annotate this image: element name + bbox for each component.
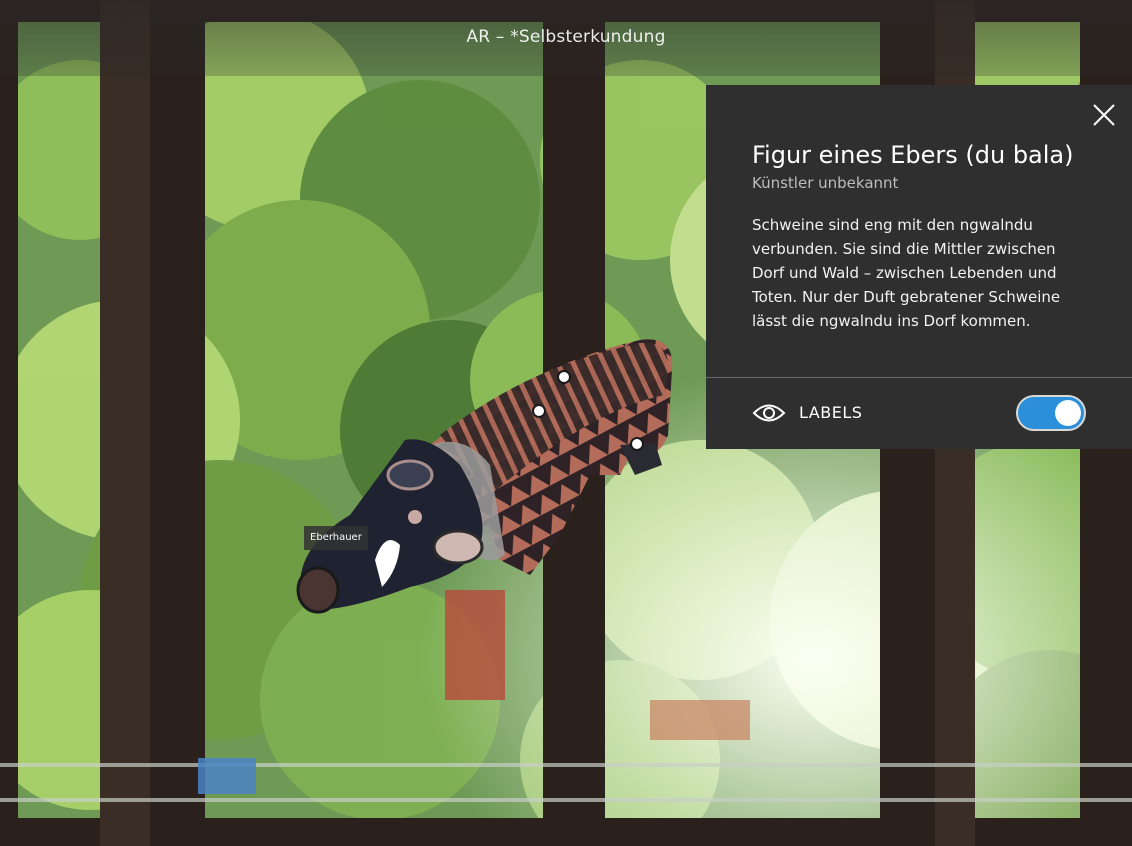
labels-toggle-label: LABELS [799,403,863,422]
hotspot-marker[interactable] [630,437,644,451]
hotspot-marker[interactable] [557,370,571,384]
ar-view[interactable]: AR – *Selbsterkundung Eberhauer Figur ei… [0,0,1132,846]
hotspot-marker[interactable] [532,404,546,418]
eye-icon [752,404,786,422]
object-description: Schweine sind eng mit den ngwalndu verbu… [752,216,1061,330]
info-panel: Figur eines Ebers (du bala) Künstler unb… [706,85,1132,449]
app-title: AR – *Selbsterkundung [466,27,666,47]
labels-toggle-switch[interactable] [1016,395,1086,431]
toggle-knob [1055,400,1081,426]
object-title: Figur eines Ebers (du bala) [752,141,1074,169]
artist-subtitle: Künstler unbekannt [752,174,899,192]
labels-toggle-row: LABELS [706,378,1132,449]
close-icon[interactable] [1090,101,1118,129]
object-part-label[interactable]: Eberhauer [304,526,368,550]
top-bar: AR – *Selbsterkundung [0,0,1132,76]
boar-figure-3d-model[interactable] [290,325,690,625]
